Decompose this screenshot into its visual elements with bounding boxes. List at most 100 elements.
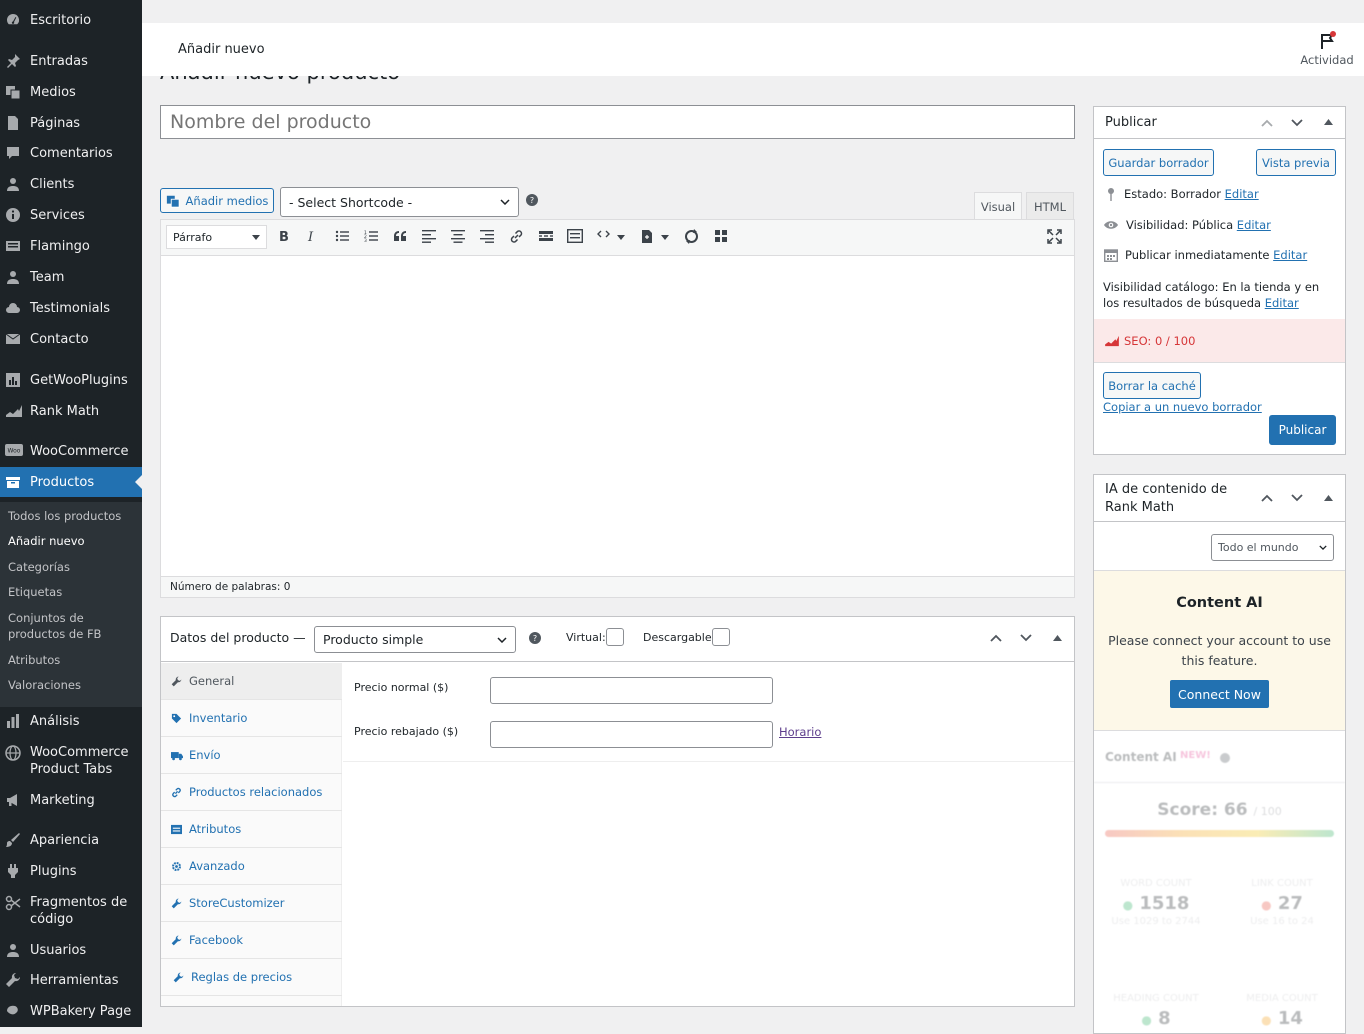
add-media-button[interactable]: Añadir medios	[160, 188, 274, 213]
add-media-label: Añadir medios	[185, 193, 269, 208]
chevron-down-icon[interactable]	[1291, 119, 1303, 127]
tab-envio[interactable]: Envío	[161, 737, 342, 774]
help-icon[interactable]: ?	[526, 194, 538, 206]
regular-price-input[interactable]	[490, 677, 773, 704]
chevron-up-icon[interactable]	[1261, 119, 1273, 127]
refresh-icon[interactable]	[684, 229, 699, 244]
menu-item-woocommerce[interactable]: Woo WooCommerce	[0, 441, 142, 461]
edit-catalog-visibility-link[interactable]: Editar	[1265, 296, 1299, 310]
menu-item-comentarios[interactable]: Comentarios	[0, 143, 142, 163]
blockquote-icon[interactable]	[393, 229, 408, 243]
align-center-icon[interactable]	[451, 229, 465, 243]
link-icon[interactable]	[509, 229, 524, 244]
tab-storecustomizer[interactable]: StoreCustomizer	[161, 885, 342, 922]
edit-publish-time-link[interactable]: Editar	[1273, 248, 1307, 262]
menu-item-wpbakery[interactable]: WPBakery Page	[0, 1001, 142, 1021]
submenu-item-valoraciones[interactable]: Valoraciones	[8, 677, 81, 693]
insert-block-icon[interactable]	[641, 229, 671, 243]
menu-item-marketing[interactable]: Marketing	[0, 790, 142, 810]
fullscreen-icon[interactable]	[1047, 229, 1062, 244]
tab-reglas-precios[interactable]: Reglas de precios	[161, 959, 342, 996]
activity-button[interactable]: Actividad	[1292, 31, 1362, 67]
chevron-down-icon[interactable]	[1291, 494, 1303, 502]
menu-item-services[interactable]: Services	[0, 205, 142, 225]
tab-avanzado[interactable]: Avanzado	[161, 848, 342, 885]
bullet-list-icon[interactable]	[335, 229, 349, 243]
menu-item-contacto[interactable]: Contacto	[0, 329, 142, 349]
save-draft-button[interactable]: Guardar borrador	[1103, 149, 1214, 176]
tab-general[interactable]: General	[161, 663, 342, 700]
italic-icon[interactable]: I	[307, 229, 319, 243]
menu-item-testimonials[interactable]: Testimonials	[0, 298, 142, 318]
editor-content-area[interactable]	[161, 256, 1074, 576]
edit-visibility-link[interactable]: Editar	[1237, 218, 1271, 232]
menu-item-rank-math[interactable]: Rank Math	[0, 401, 142, 421]
sale-price-input[interactable]	[490, 721, 773, 748]
tab-atributos[interactable]: Atributos	[161, 811, 342, 848]
align-left-icon[interactable]	[422, 229, 436, 243]
toolbar-toggle-icon[interactable]	[567, 229, 583, 243]
clear-cache-button[interactable]: Borrar la caché	[1103, 372, 1201, 399]
seo-score-row[interactable]: SEO: 0 / 100	[1094, 319, 1345, 362]
bold-icon[interactable]: B	[278, 229, 290, 243]
tab-facebook[interactable]: Facebook	[161, 922, 342, 959]
collapse-icon[interactable]	[1053, 635, 1062, 641]
menu-item-fragmentos[interactable]: Fragmentos de código	[0, 893, 142, 929]
menu-item-entradas[interactable]: Entradas	[0, 51, 142, 71]
menu-item-escritorio[interactable]: Escritorio	[0, 10, 142, 30]
submenu-item-categorias[interactable]: Categorías	[8, 559, 70, 575]
menu-item-paginas[interactable]: Páginas	[0, 113, 142, 133]
menu-item-team[interactable]: Team	[0, 267, 142, 287]
catalog-visibility-row: Visibilidad catálogo: En la tienda y en …	[1103, 279, 1338, 311]
menu-item-clients[interactable]: Clients	[0, 174, 142, 194]
menu-label: Plugins	[30, 863, 77, 879]
menu-item-usuarios[interactable]: Usuarios	[0, 940, 142, 960]
help-icon[interactable]: ?	[529, 632, 541, 644]
tab-visual[interactable]: Visual	[974, 192, 1022, 220]
submenu-item-etiquetas[interactable]: Etiquetas	[8, 584, 62, 600]
grid-icon[interactable]	[714, 229, 728, 243]
chevron-down-icon[interactable]	[1020, 634, 1032, 642]
submenu-item-todos-productos[interactable]: Todos los productos	[8, 508, 121, 524]
submenu-item-conjuntos-fb[interactable]: Conjuntos de productos de FB	[8, 610, 118, 642]
connect-now-button[interactable]: Connect Now	[1170, 680, 1269, 708]
downloadable-checkbox[interactable]	[712, 628, 730, 646]
product-type-select[interactable]: Producto simple	[314, 626, 516, 653]
menu-item-product-tabs[interactable]: WooCommerce Product Tabs	[0, 743, 142, 779]
numbered-list-icon[interactable]: 123	[364, 229, 378, 243]
collapse-icon[interactable]	[1324, 119, 1333, 125]
tab-html[interactable]: HTML	[1026, 192, 1074, 220]
menu-item-productos[interactable]: Productos	[0, 467, 142, 497]
svg-text:?: ?	[530, 196, 534, 205]
archive-icon	[0, 474, 30, 490]
format-select[interactable]: Párrafo	[166, 225, 267, 249]
submenu-item-anadir-nuevo[interactable]: Añadir nuevo	[8, 533, 85, 549]
preview-button[interactable]: Vista previa	[1256, 149, 1336, 176]
copy-draft-link[interactable]: Copiar a un nuevo borrador	[1103, 400, 1262, 414]
chevron-down-icon	[1319, 545, 1327, 550]
menu-item-medios[interactable]: Medios	[0, 82, 142, 102]
edit-status-link[interactable]: Editar	[1225, 187, 1259, 201]
schedule-link[interactable]: Horario	[779, 725, 821, 739]
align-right-icon[interactable]	[480, 229, 494, 243]
submenu-item-atributos[interactable]: Atributos	[8, 652, 60, 668]
tab-productos-relacionados[interactable]: Productos relacionados	[161, 774, 342, 811]
menu-item-getwooplugins[interactable]: GetWooPlugins	[0, 370, 142, 390]
menu-item-herramientas[interactable]: Herramientas	[0, 970, 142, 990]
menu-item-flamingo[interactable]: Flamingo	[0, 236, 142, 256]
shortcode-select[interactable]: - Select Shortcode -	[280, 187, 519, 217]
chevron-up-icon[interactable]	[1261, 494, 1273, 502]
virtual-checkbox[interactable]	[606, 628, 624, 646]
region-select[interactable]: Todo el mundo	[1211, 534, 1334, 561]
menu-item-analisis[interactable]: Análisis	[0, 711, 142, 731]
product-title-input[interactable]	[160, 105, 1075, 139]
collapse-icon[interactable]	[1324, 495, 1333, 501]
read-more-icon[interactable]	[539, 229, 553, 243]
code-icon[interactable]	[597, 228, 627, 242]
chevron-up-icon[interactable]	[990, 634, 1002, 642]
menu-item-plugins[interactable]: Plugins	[0, 861, 142, 881]
menu-item-apariencia[interactable]: Apariencia	[0, 830, 142, 850]
pushpin-icon	[0, 53, 30, 69]
tab-inventario[interactable]: Inventario	[161, 700, 342, 737]
publish-button[interactable]: Publicar	[1269, 415, 1336, 445]
